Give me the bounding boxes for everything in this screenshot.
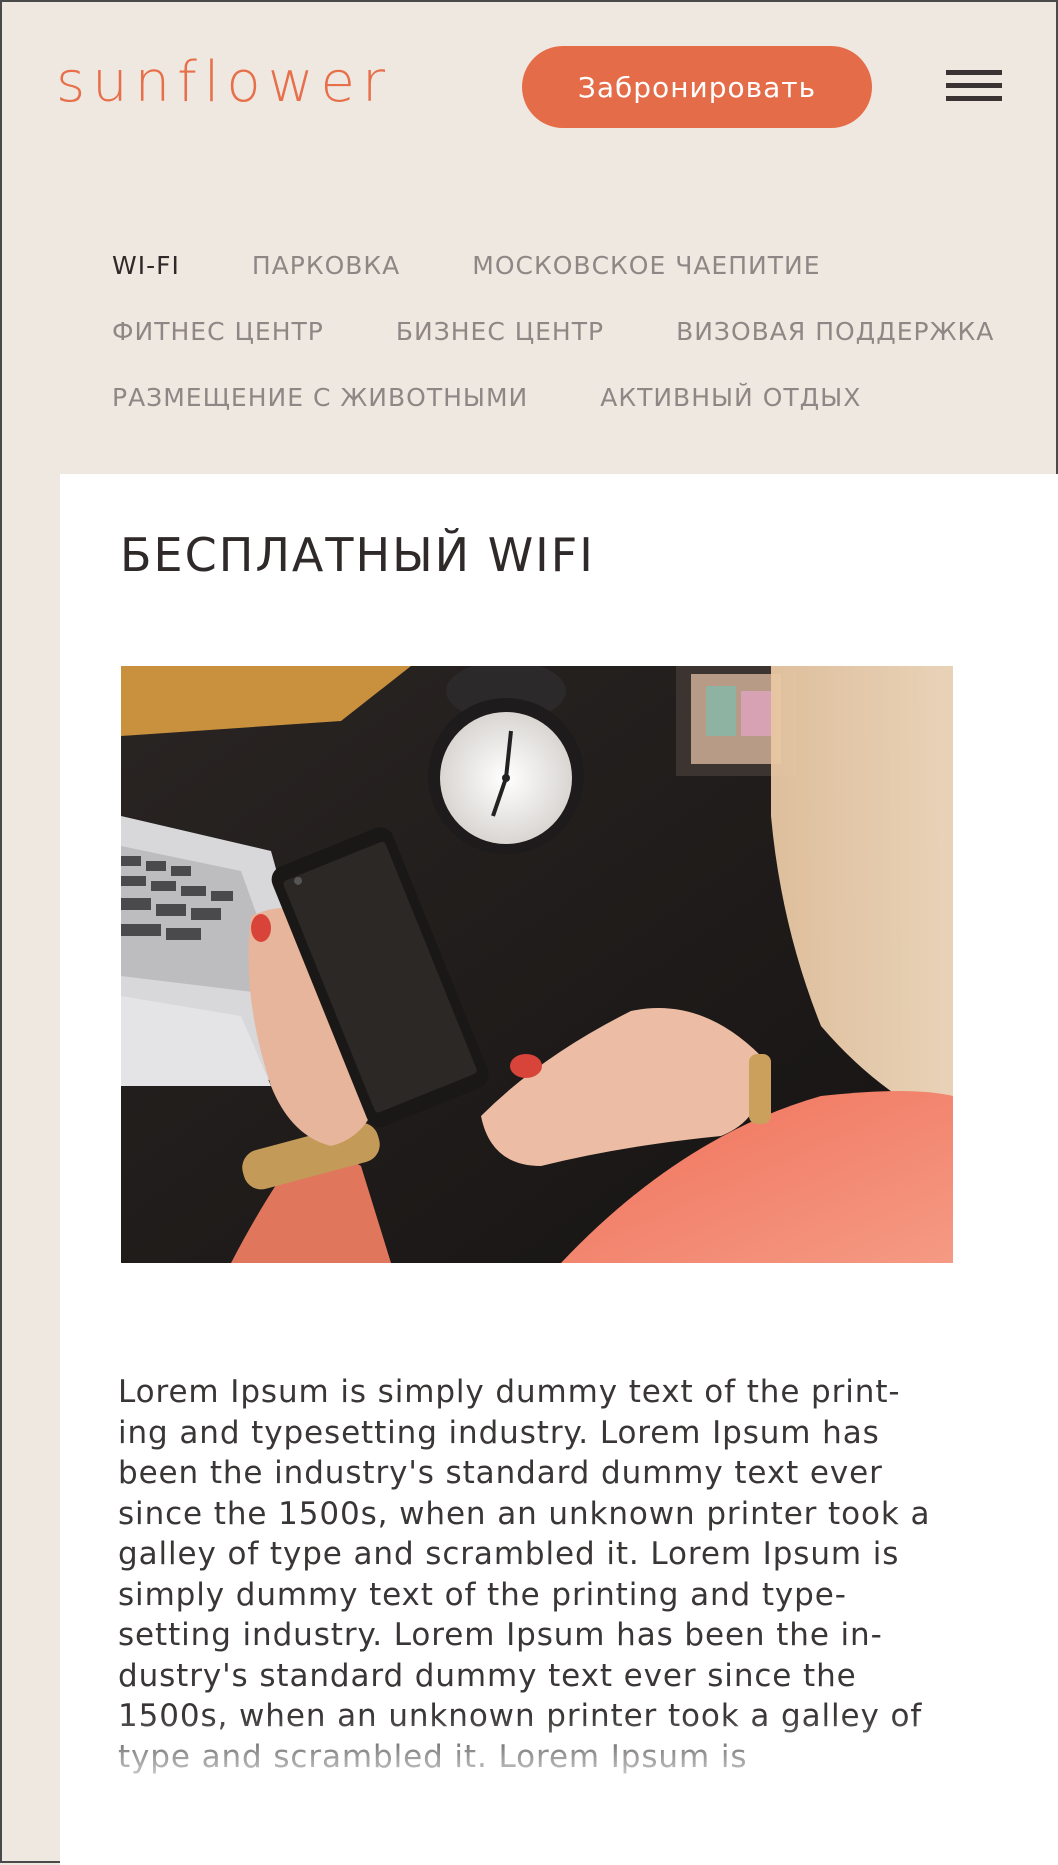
logo[interactable]: sunflower xyxy=(56,50,392,115)
wifi-photo xyxy=(121,666,953,1263)
header: sunflower Забронировать xyxy=(2,2,1058,172)
tab-row: ФИТНЕС ЦЕНТР БИЗНЕС ЦЕНТР ВИЗОВАЯ ПОДДЕР… xyxy=(112,298,1012,364)
tab-moscow-tea[interactable]: МОСКОВСКОЕ ЧАЕПИТИЕ xyxy=(472,251,820,280)
hamburger-menu-icon[interactable] xyxy=(946,70,1002,104)
page-title: БЕСПЛАТНЫЙ WIFI xyxy=(120,528,595,582)
tab-visa-support[interactable]: ВИЗОВАЯ ПОДДЕРЖКА xyxy=(676,317,994,346)
tab-fitness-center[interactable]: ФИТНЕС ЦЕНТР xyxy=(112,317,324,346)
tab-pets[interactable]: РАЗМЕЩЕНИЕ С ЖИВОТНЫМИ xyxy=(112,383,528,412)
tab-wifi[interactable]: WI-FI xyxy=(112,251,180,280)
tab-row: WI-FI ПАРКОВКА МОСКОВСКОЕ ЧАЕПИТИЕ xyxy=(112,232,1012,298)
tab-business-center[interactable]: БИЗНЕС ЦЕНТР xyxy=(396,317,604,346)
tab-active-rest[interactable]: АКТИВНЫЙ ОТДЫХ xyxy=(600,383,861,412)
body-text: Lorem Ipsum is simply dummy text of the … xyxy=(118,1374,931,1775)
content-card: БЕСПЛАТНЫЙ WIFI Lorem Ipsum is simply du… xyxy=(60,474,1058,1865)
tab-row: РАЗМЕЩЕНИЕ С ЖИВОТНЫМИ АКТИВНЫЙ ОТДЫХ xyxy=(112,364,1012,430)
book-button[interactable]: Забронировать xyxy=(522,46,872,128)
amenity-tabs: WI-FI ПАРКОВКА МОСКОВСКОЕ ЧАЕПИТИЕ ФИТНЕ… xyxy=(112,232,1012,430)
tab-parking[interactable]: ПАРКОВКА xyxy=(252,251,400,280)
